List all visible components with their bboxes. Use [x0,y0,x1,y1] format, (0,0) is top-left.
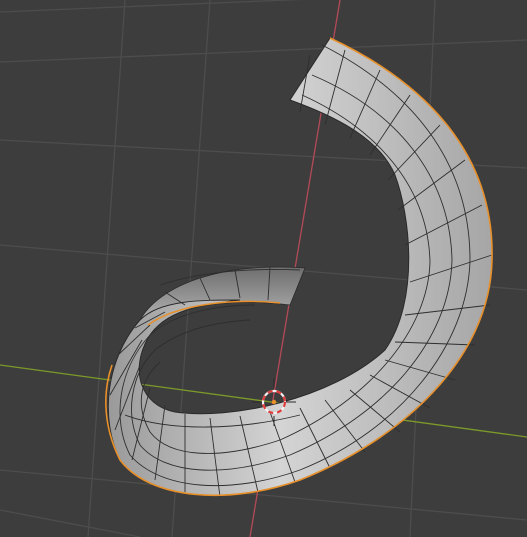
3d-viewport[interactable] [0,0,527,537]
mesh-outer-face [107,37,493,496]
spiral-tube-mesh[interactable] [105,37,493,498]
object-origin [271,399,277,405]
